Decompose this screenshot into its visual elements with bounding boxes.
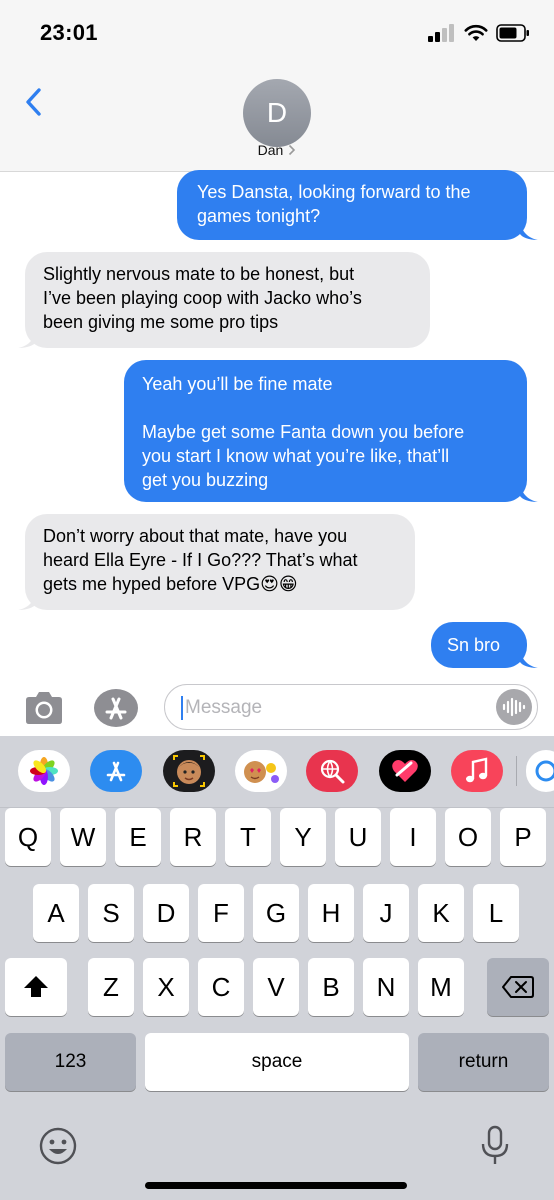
dictation-key[interactable]: [478, 1124, 512, 1168]
key-q[interactable]: Q: [5, 808, 51, 866]
more-apps-icon[interactable]: [526, 750, 554, 792]
conversation-header: D Dan: [0, 66, 554, 172]
return-key[interactable]: return: [418, 1033, 549, 1091]
chevron-right-icon: [289, 144, 296, 156]
back-button[interactable]: [18, 84, 48, 120]
shift-arrow-icon: [24, 976, 48, 997]
photos-icon[interactable]: [18, 750, 70, 792]
key-c[interactable]: C: [198, 958, 244, 1016]
heart-touch-icon: [392, 760, 418, 782]
memoji-heart-eyes-icon: [244, 761, 279, 783]
photos-flower-icon: [30, 757, 58, 785]
key-m[interactable]: M: [418, 958, 464, 1016]
emoji-face-icon: [39, 1127, 77, 1165]
music-note-icon: [466, 757, 488, 783]
app-store-icon: [94, 689, 138, 727]
key-d[interactable]: D: [143, 884, 189, 942]
bubble-tail: [18, 592, 36, 610]
contact-avatar[interactable]: D: [243, 79, 311, 147]
emoji-button[interactable]: [38, 1126, 78, 1166]
backspace-icon: [502, 976, 534, 998]
sent-message-bubble[interactable]: Yes Dansta, looking forward to the games…: [177, 170, 527, 240]
received-message-bubble[interactable]: Don’t worry about that mate, have you he…: [25, 514, 415, 610]
key-a[interactable]: A: [33, 884, 79, 942]
music-icon[interactable]: [451, 750, 503, 792]
key-p[interactable]: P: [500, 808, 546, 866]
app-strip-divider: [516, 756, 517, 786]
key-z[interactable]: Z: [88, 958, 134, 1016]
message-input[interactable]: Message: [164, 684, 538, 730]
web-images-icon[interactable]: [306, 750, 358, 792]
wifi-icon: [464, 24, 488, 41]
key-o[interactable]: O: [445, 808, 491, 866]
globe-search-icon: [320, 759, 345, 784]
status-icons: [428, 24, 530, 42]
space-key[interactable]: space: [145, 1033, 409, 1091]
home-indicator[interactable]: [145, 1182, 407, 1189]
numbers-key[interactable]: 123: [5, 1033, 136, 1091]
key-y[interactable]: Y: [280, 808, 326, 866]
key-x[interactable]: X: [143, 958, 189, 1016]
app-store-button[interactable]: [94, 688, 138, 728]
camera-icon: [26, 692, 62, 724]
waveform-icon: [502, 697, 526, 717]
digital-touch-icon[interactable]: [379, 750, 431, 792]
cellular-signal-icon: [428, 24, 454, 42]
key-e[interactable]: E: [115, 808, 161, 866]
status-bar: 23:01: [0, 0, 554, 66]
contact-name: Dan: [257, 142, 284, 158]
memoji-icon[interactable]: [163, 750, 215, 792]
bubble-tail: [520, 222, 538, 240]
delete-key[interactable]: [487, 958, 549, 1016]
app-store-icon[interactable]: [90, 750, 142, 792]
compose-bar: Message: [0, 680, 554, 736]
microphone-icon: [481, 1125, 509, 1164]
key-h[interactable]: H: [308, 884, 354, 942]
text-cursor: [181, 696, 183, 720]
key-s[interactable]: S: [88, 884, 134, 942]
dictation-button[interactable]: [496, 689, 532, 725]
key-t[interactable]: T: [225, 808, 271, 866]
key-n[interactable]: N: [363, 958, 409, 1016]
received-message-bubble[interactable]: Slightly nervous mate to be honest, but …: [25, 252, 430, 348]
shift-key[interactable]: [5, 958, 67, 1016]
key-r[interactable]: R: [170, 808, 216, 866]
partial-app-icon: [535, 760, 554, 782]
contact-name-button[interactable]: Dan: [0, 142, 554, 158]
bubble-tail: [18, 330, 36, 348]
camera-button[interactable]: [22, 688, 66, 728]
sent-message-bubble[interactable]: Yeah you’ll be fine mate Maybe get some …: [124, 360, 527, 502]
bubble-tail: [520, 650, 538, 668]
key-u[interactable]: U: [335, 808, 381, 866]
chevron-left-icon: [26, 88, 41, 116]
key-i[interactable]: I: [390, 808, 436, 866]
battery-icon: [496, 24, 529, 42]
key-g[interactable]: G: [253, 884, 299, 942]
app-store-glyph-icon: [106, 761, 126, 782]
message-placeholder: Message: [185, 697, 263, 718]
key-v[interactable]: V: [253, 958, 299, 1016]
imessage-app-strip: [0, 736, 554, 808]
bubble-tail: [520, 484, 538, 502]
key-f[interactable]: F: [198, 884, 244, 942]
key-j[interactable]: J: [363, 884, 409, 942]
key-l[interactable]: L: [473, 884, 519, 942]
status-time: 23:01: [40, 20, 98, 45]
keyboard: Q W E R T Y U I O P A S D F G H J K L Z …: [0, 736, 554, 1200]
key-b[interactable]: B: [308, 958, 354, 1016]
key-k[interactable]: K: [418, 884, 464, 942]
sent-message-bubble[interactable]: Sn bro: [431, 622, 527, 668]
memoji-stickers-icon[interactable]: [235, 750, 287, 792]
key-w[interactable]: W: [60, 808, 106, 866]
memoji-face-icon: [173, 755, 205, 787]
